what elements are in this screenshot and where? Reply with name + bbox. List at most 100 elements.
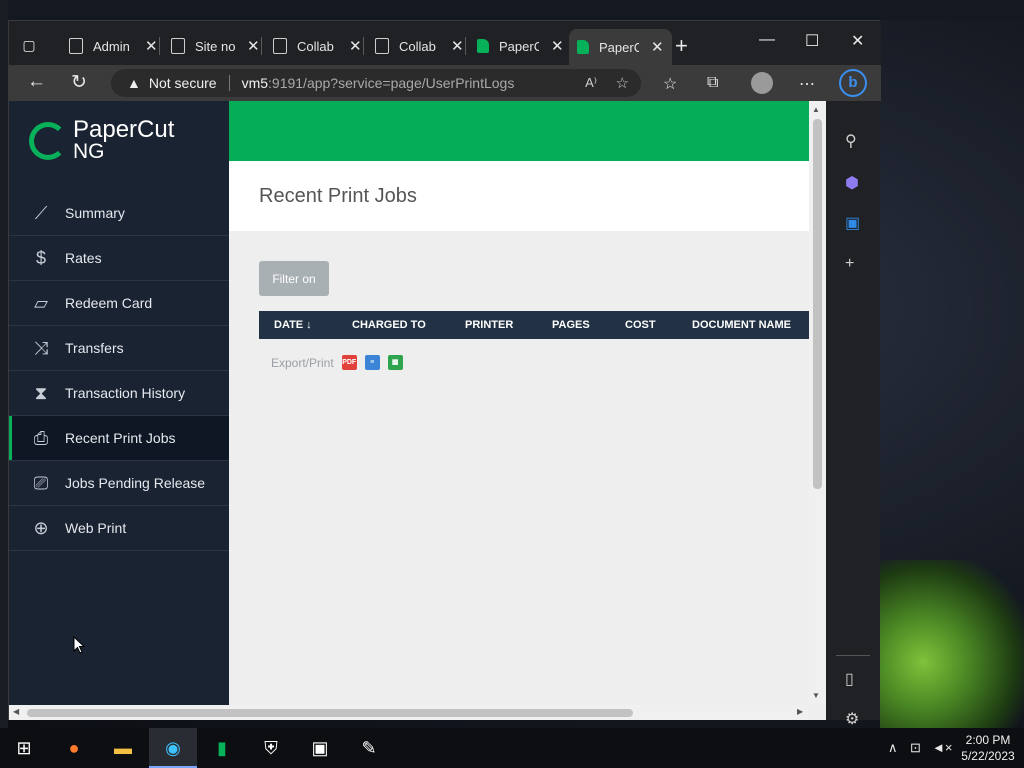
sidebar-item-transfers[interactable]: ⤨ Transfers — [9, 326, 229, 371]
favorites-icon[interactable]: ☆ — [663, 74, 677, 94]
edge-icon[interactable]: ◉ — [161, 736, 185, 760]
window-close-icon[interactable]: ✕ — [851, 31, 864, 51]
tab-separator — [261, 37, 262, 55]
add-icon[interactable]: + — [845, 255, 854, 273]
security-shield-icon[interactable]: ⛨ — [259, 736, 283, 760]
browser-window: ▢ Admin ✕ Site no ✕ Collab ✕ Collab ✕ Pa… — [8, 20, 881, 728]
search-icon[interactable]: ⚲ — [845, 131, 857, 151]
close-icon[interactable]: ✕ — [451, 37, 464, 55]
sidebar-item-label: Redeem Card — [65, 295, 153, 311]
filter-button[interactable]: Filter on — [259, 261, 329, 296]
new-tab-icon[interactable]: + — [675, 33, 688, 59]
network-icon[interactable]: ⊡ — [910, 740, 921, 756]
csv-export-icon[interactable]: ▦ — [387, 355, 403, 370]
column-cost[interactable]: COST — [625, 319, 656, 331]
tab-papercut-active[interactable]: PaperC ✕ — [569, 29, 672, 65]
close-icon[interactable]: ✕ — [651, 38, 664, 56]
scroll-right-icon[interactable]: ▶ — [797, 707, 803, 716]
papercut-favicon-icon — [577, 40, 589, 54]
tab-separator — [363, 37, 364, 55]
bing-icon[interactable]: b — [839, 69, 867, 97]
security-label[interactable]: Not secure — [149, 75, 217, 91]
column-pages[interactable]: PAGES — [552, 319, 590, 331]
tab-collab-1[interactable]: Collab ✕ — [265, 29, 370, 63]
card-icon: ▱ — [34, 292, 48, 313]
scroll-left-icon[interactable]: ◀ — [13, 707, 19, 716]
scroll-thumb[interactable] — [27, 709, 633, 717]
tray-chevron-icon[interactable]: ∧ — [888, 740, 898, 756]
tab-separator — [159, 37, 160, 55]
firefox-icon[interactable]: ● — [62, 736, 86, 760]
page-viewport: PaperCut NG ⟋ Summary $ Rates ▱ Redeem C… — [9, 101, 826, 720]
close-icon[interactable]: ✕ — [247, 37, 260, 55]
sidebar-item-rates[interactable]: $ Rates — [9, 236, 229, 281]
system-clock[interactable]: 2:00 PM 5/22/2023 — [958, 732, 1018, 764]
papercut-sidebar: PaperCut NG ⟋ Summary $ Rates ▱ Redeem C… — [9, 101, 229, 705]
page-icon — [171, 38, 185, 54]
address-toolbar: ← ↻ ▲ Not secure vm5:9191/app?service=pa… — [9, 65, 881, 101]
column-date[interactable]: DATE ↓ — [274, 319, 312, 331]
desktop-top-strip — [0, 0, 1024, 20]
add-favorite-icon[interactable]: ☆ — [616, 74, 629, 92]
sidebar-item-redeem-card[interactable]: ▱ Redeem Card — [9, 281, 229, 326]
refresh-icon[interactable]: ↻ — [71, 71, 87, 94]
sidebar-item-label: Jobs Pending Release — [65, 475, 206, 491]
tab-actions-icon[interactable]: ▢ — [21, 37, 37, 53]
tab-collab-2[interactable]: Collab ✕ — [367, 29, 472, 63]
papercut-app-icon[interactable]: ▮ — [210, 736, 234, 760]
html-export-icon[interactable]: ≡ — [364, 355, 380, 370]
clock-time: 2:00 PM — [965, 733, 1011, 747]
column-charged-to[interactable]: CHARGED TO — [352, 319, 426, 331]
tab-papercut-1[interactable]: PaperC ✕ — [469, 29, 572, 63]
close-icon[interactable]: ✕ — [349, 37, 362, 55]
dollar-icon: $ — [35, 247, 46, 268]
windows-start-icon[interactable]: ⊞ — [12, 736, 36, 760]
pdf-export-icon[interactable]: PDF — [341, 355, 357, 370]
paint-icon[interactable]: ✎ — [357, 736, 381, 760]
sidebar-item-jobs-pending-release[interactable]: ⎚ Jobs Pending Release — [9, 461, 229, 506]
sidebar-item-web-print[interactable]: ⊕ Web Print — [9, 506, 229, 551]
outlook-icon[interactable]: ▣ — [845, 213, 860, 233]
scroll-up-icon[interactable]: ▲ — [812, 105, 820, 114]
sidebar-item-transaction-history[interactable]: ⧗ Transaction History — [9, 371, 229, 416]
logo-text: PaperCut — [73, 116, 175, 143]
minimize-icon[interactable]: — — [759, 31, 775, 49]
horizontal-scrollbar[interactable]: ◀ ▶ — [9, 705, 809, 720]
profile-avatar[interactable] — [751, 72, 773, 94]
papercut-logo[interactable]: PaperCut NG — [29, 116, 175, 163]
tab-admin[interactable]: Admin ✕ — [61, 29, 166, 63]
desktop-wallpaper-tent — [880, 560, 1024, 730]
main-content: Recent Print Jobs Filter on DATE ↓ CHARG… — [229, 101, 809, 705]
sidebar-item-recent-print-jobs[interactable]: ⎙ Recent Print Jobs — [9, 416, 229, 461]
close-icon[interactable]: ✕ — [551, 37, 564, 55]
collections-icon[interactable]: ⧉ — [707, 74, 718, 92]
sidebar-item-label: Summary — [65, 205, 125, 221]
back-icon[interactable]: ← — [27, 71, 46, 93]
file-explorer-icon[interactable]: ▬ — [111, 736, 135, 760]
title-band: Recent Print Jobs — [229, 161, 809, 231]
tab-bar: ▢ Admin ✕ Site no ✕ Collab ✕ Collab ✕ Pa… — [9, 21, 881, 65]
column-printer[interactable]: PRINTER — [465, 319, 513, 331]
papercut-logo-ring-icon — [29, 122, 67, 160]
sidebar-item-label: Recent Print Jobs — [65, 430, 176, 446]
vertical-scrollbar[interactable]: ▲ ▼ — [809, 101, 826, 705]
maximize-icon[interactable]: ☐ — [805, 31, 819, 51]
url-path: :9191/app?service=page/UserPrintLogs — [268, 75, 515, 91]
scroll-down-icon[interactable]: ▼ — [812, 691, 820, 700]
scroll-thumb[interactable] — [813, 119, 822, 489]
more-menu-icon[interactable]: ⋯ — [799, 74, 815, 94]
7zip-icon[interactable]: ▣ — [308, 736, 332, 760]
address-bar[interactable]: ▲ Not secure vm5:9191/app?service=page/U… — [111, 69, 641, 97]
sidebar-item-label: Web Print — [65, 520, 127, 536]
tab-site-notes[interactable]: Site no ✕ — [163, 29, 268, 63]
read-aloud-icon[interactable]: A⁾ — [585, 75, 597, 91]
settings-gear-icon[interactable]: ⚙ — [845, 709, 859, 729]
column-document-name[interactable]: DOCUMENT NAME — [692, 319, 791, 331]
copilot-icon[interactable]: ⬢ — [845, 173, 859, 193]
sidebar-item-summary[interactable]: ⟋ Summary — [9, 191, 229, 236]
sidebar-panel-icon[interactable]: ▯ — [845, 669, 854, 689]
close-icon[interactable]: ✕ — [145, 37, 158, 55]
volume-muted-icon[interactable]: ◄× — [932, 740, 952, 755]
page-title: Recent Print Jobs — [259, 185, 417, 207]
taskbar: ⊞ ● ▬ ◉ ▮ ⛨ ▣ ✎ ∧ ⊡ ◄× 2:00 PM 5/22/2023 — [0, 728, 1024, 768]
